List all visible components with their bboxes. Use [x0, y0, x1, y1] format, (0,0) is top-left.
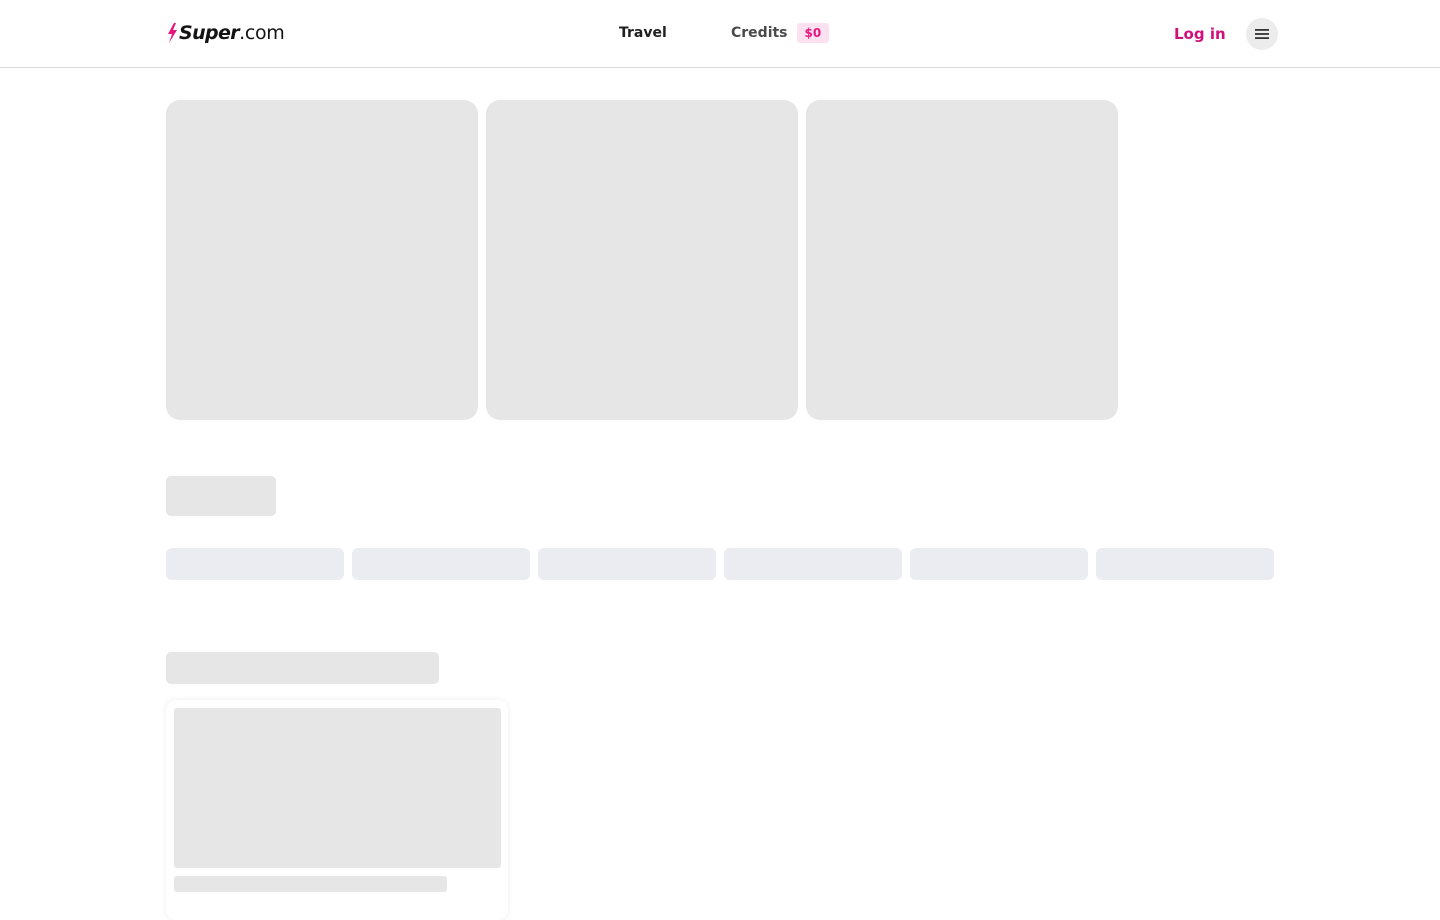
hamburger-menu-icon [1255, 29, 1269, 39]
section-title-placeholder [166, 652, 439, 684]
site-header: Super.com Travel Credits $0 Log in [0, 0, 1440, 68]
hero-card-placeholder [806, 100, 1118, 420]
category-chip-placeholder [166, 548, 344, 580]
category-chip-placeholder [724, 548, 902, 580]
section-heading-placeholder [166, 476, 276, 516]
super-logo[interactable]: Super.com [166, 21, 285, 45]
nav-credits[interactable]: Credits $0 [731, 0, 830, 66]
nav-travel[interactable]: Travel [619, 0, 667, 66]
lightning-bolt-icon [168, 23, 177, 43]
category-chip-placeholder [1096, 548, 1274, 580]
deal-card-placeholder [166, 700, 508, 920]
hero-card-placeholder [166, 100, 478, 420]
logo-wordmark: Super.com [179, 22, 285, 44]
category-chip-placeholder [352, 548, 530, 580]
category-chip-placeholder [538, 548, 716, 580]
hero-card-placeholder [486, 100, 798, 420]
login-button[interactable]: Log in [1174, 0, 1226, 68]
deal-image-placeholder [174, 708, 501, 868]
deal-text-placeholder [174, 876, 447, 892]
nav-credits-label: Credits [731, 25, 788, 41]
category-chip-placeholder [910, 548, 1088, 580]
credits-balance-badge: $0 [796, 23, 830, 43]
menu-button[interactable] [1246, 18, 1278, 50]
nav-travel-label: Travel [619, 25, 667, 41]
